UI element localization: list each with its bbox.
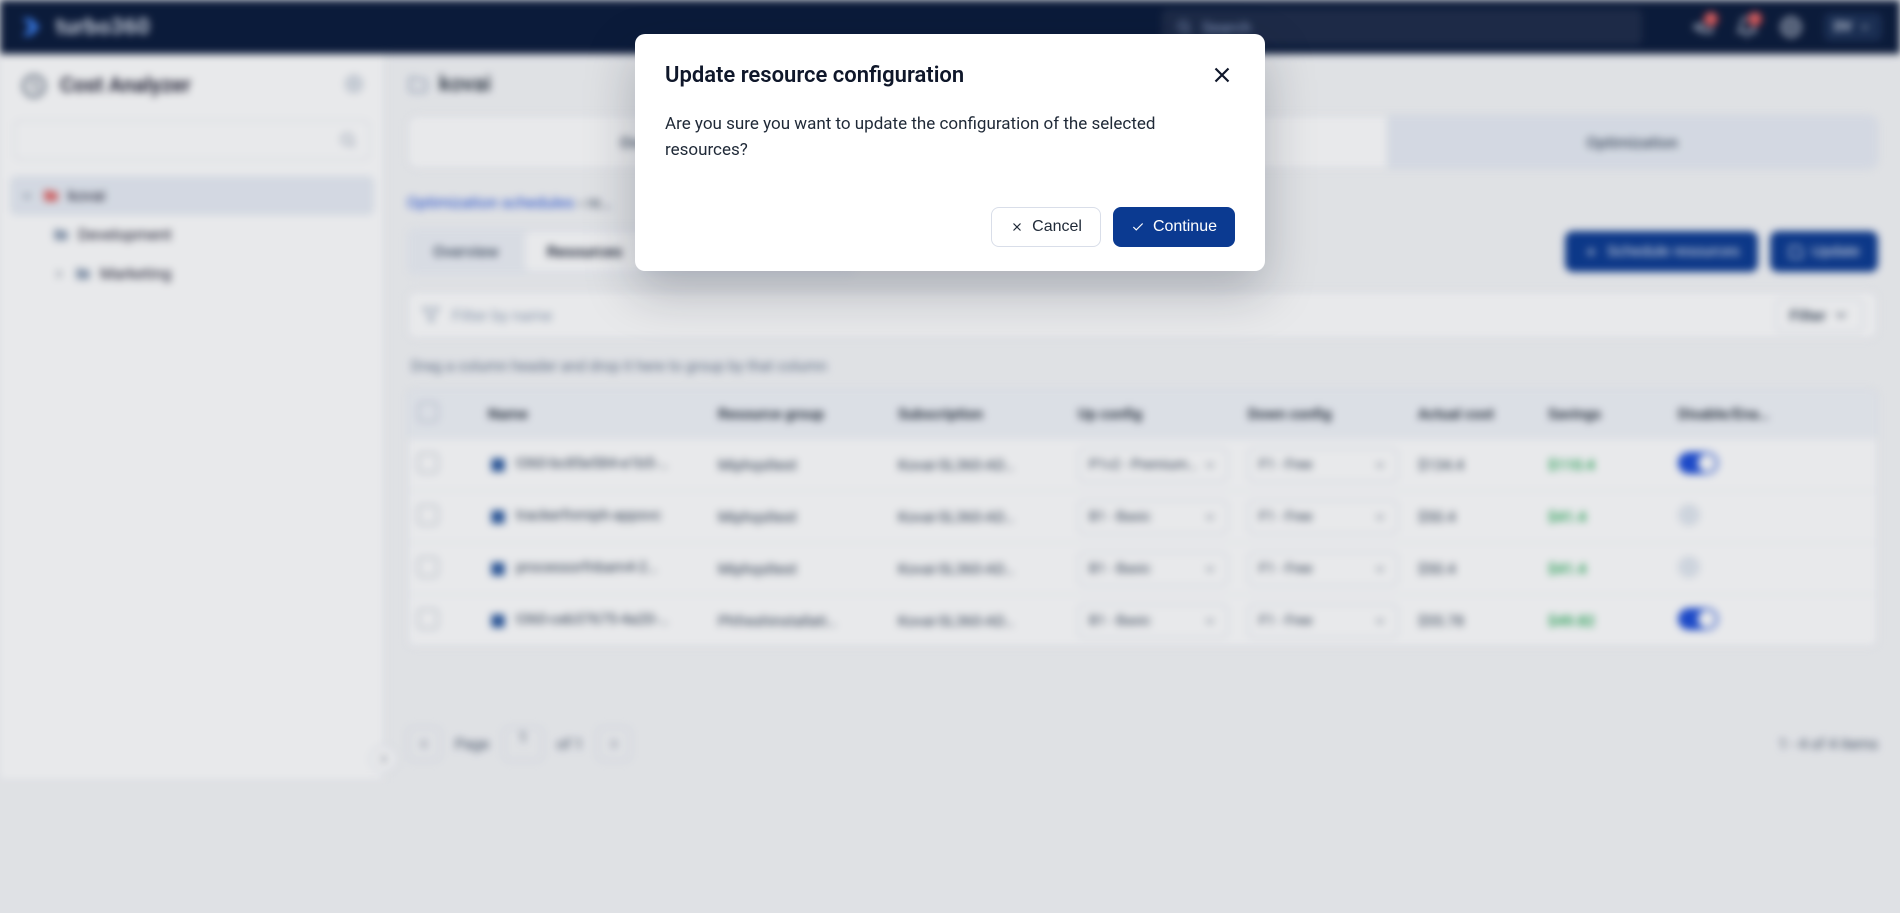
- continue-button[interactable]: Continue: [1113, 207, 1235, 247]
- modal-close-button[interactable]: [1209, 62, 1235, 88]
- modal-body: Are you sure you want to update the conf…: [665, 112, 1235, 163]
- cancel-button[interactable]: Cancel: [991, 207, 1101, 247]
- modal-title: Update resource configuration: [665, 63, 964, 88]
- close-icon: [1010, 220, 1024, 234]
- check-icon: [1131, 220, 1145, 234]
- close-icon: [1209, 62, 1235, 88]
- confirm-modal: Update resource configuration Are you su…: [635, 34, 1265, 271]
